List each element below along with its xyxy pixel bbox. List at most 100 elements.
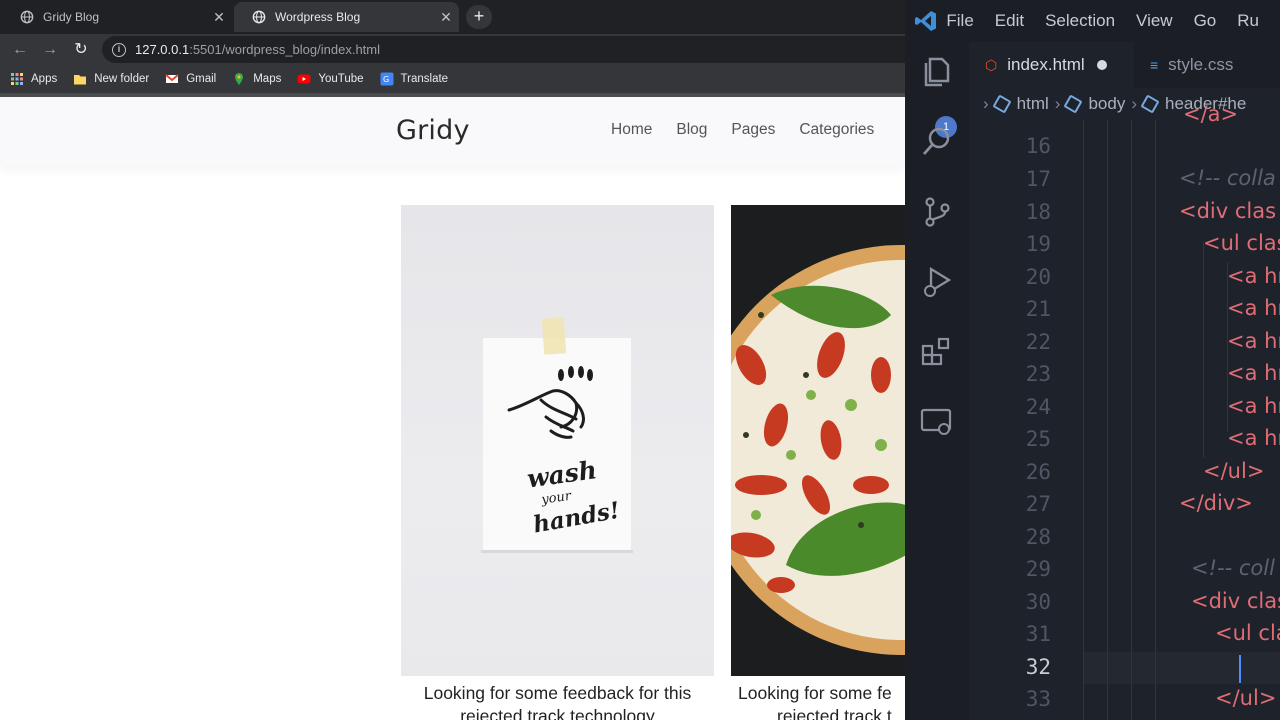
line-number: 29 [1025,557,1051,581]
bookmark-apps[interactable]: Apps [10,72,57,86]
pizza-photo [731,205,905,676]
code-line: <ul clas [1203,231,1280,255]
nav-link-categories[interactable]: Categories [799,121,874,139]
bookmark-label: Translate [400,73,449,85]
code-line: </div> [1179,491,1253,515]
source-control-icon[interactable] [919,194,955,230]
code-line: <div clas [1191,589,1280,613]
line-number: 25 [1025,427,1051,451]
nav-link-blog[interactable]: Blog [676,121,707,139]
bookmark-maps[interactable]: Maps [232,72,281,86]
site-nav: Home Blog Pages Categories [611,121,874,139]
code-line: <a hr [1227,361,1280,385]
tab-title: Gridy Blog [43,10,100,24]
url-host: 127.0.0.1 [135,42,190,57]
html5-icon: ⬡ [985,56,998,73]
code-line: <a hr [1227,329,1280,353]
tab-style-css[interactable]: ≡ style.css [1136,42,1280,88]
menu-edit[interactable]: Edit [995,11,1024,31]
activity-bar: 1 [905,42,969,720]
line-number: 26 [1025,460,1051,484]
unsaved-dot-icon[interactable] [1096,60,1107,70]
browser-tab-gridy-blog[interactable]: Gridy Blog ✕ [2,2,232,32]
editor-tabs: ⬡ index.html ≡ style.css [969,42,1280,88]
indent-guide [1155,120,1156,720]
bookmark-label: Maps [253,73,282,85]
breadcrumb-item[interactable]: html [1017,94,1049,114]
line-number: 17 [1025,167,1051,191]
new-tab-button[interactable]: + [466,5,492,29]
bookmark-label: New folder [94,73,150,85]
code-line: <ul cla [1215,621,1280,645]
translate-icon: G [380,72,394,86]
explorer-icon[interactable] [919,54,955,90]
code-line: <a hr [1227,394,1280,418]
code-line: <div clas [1179,199,1277,223]
bookmark-new-folder[interactable]: New folder [73,72,149,86]
info-icon[interactable]: i [112,42,126,57]
bookmark-label: Gmail [186,73,217,85]
menu-run[interactable]: Ru [1237,11,1259,31]
code-line: </ul> [1215,686,1277,710]
web-page: Gridy Home Blog Pages Categories wash yo… [0,97,905,720]
bookmark-youtube[interactable]: YouTube [297,72,364,86]
line-number-active: 32 [1025,655,1051,679]
menu-file[interactable]: File [946,11,973,31]
menu-view[interactable]: View [1136,11,1173,31]
youtube-icon [297,74,311,84]
close-icon[interactable]: ✕ [433,9,459,26]
line-number: 30 [1025,590,1051,614]
nav-link-home[interactable]: Home [611,121,652,139]
code-editor[interactable]: </a> 16 17 <!-- colla 18 <div clas 19 <u… [969,102,1280,720]
code-line: </ul> [1203,459,1265,483]
browser-tab-wordpress-blog[interactable]: Wordpress Blog ✕ [234,2,459,32]
line-number: 21 [1025,297,1051,321]
globe-icon [252,10,266,24]
indent-guide [1083,120,1084,720]
menu-go[interactable]: Go [1194,11,1217,31]
forward-icon[interactable]: → [39,39,61,61]
apps-grid-icon [11,73,23,85]
line-number: 28 [1025,525,1051,549]
line-number: 18 [1025,200,1051,224]
close-icon[interactable]: ✕ [206,9,232,26]
site-logo[interactable]: Gridy [396,115,470,146]
browser-tab-bar: Gridy Blog ✕ Wordpress Blog ✕ + [0,0,905,34]
bookmark-translate[interactable]: G Translate [380,72,449,86]
back-icon[interactable]: ← [9,39,31,61]
post-title[interactable]: Looking for some fe rejected track t [731,682,905,720]
chevron-right-icon: › [1131,94,1138,113]
post-image-wash-hands[interactable]: wash your hands! [401,205,714,676]
menu-selection[interactable]: Selection [1045,11,1115,31]
run-debug-icon[interactable] [919,264,955,300]
extensions-icon[interactable] [919,334,955,370]
svg-text:G: G [383,75,389,84]
folder-icon [74,75,87,85]
tab-label: style.css [1168,55,1234,74]
browser-toolbar: ← → ↻ i 127.0.0.1:5501/wordpress_blog/in… [0,34,905,65]
element-icon [1063,94,1084,114]
search-icon[interactable] [919,124,955,160]
site-header: Gridy Home Blog Pages Categories [0,97,905,165]
bookmark-gmail[interactable]: Gmail [165,72,216,86]
code-line: <!-- colla [1179,166,1276,190]
reload-icon[interactable]: ↻ [70,39,92,61]
wash-hands-note-illustration: wash your hands! [481,317,633,553]
breadcrumb-item[interactable]: body [1088,94,1125,114]
indent-guide [1203,242,1204,458]
address-bar[interactable]: i 127.0.0.1:5501/wordpress_blog/index.ht… [102,36,905,63]
line-number: 19 [1025,232,1051,256]
remote-explorer-icon[interactable] [919,404,955,440]
bookmarks-bar: Apps New folder Gmail Maps YouTube G Tra… [0,65,905,93]
post-title[interactable]: Looking for some feedback for this rejec… [401,682,714,720]
indent-guide [1107,120,1108,720]
indent-guide [1131,120,1132,720]
nav-link-pages[interactable]: Pages [731,121,775,139]
element-icon [992,94,1012,114]
code-line: <!-- coll [1191,556,1275,580]
post-image-pizza[interactable] [731,205,905,676]
element-icon [1140,94,1160,114]
chevron-right-icon: › [1054,94,1061,113]
tab-index-html[interactable]: ⬡ index.html [969,42,1134,88]
line-number: 31 [1025,622,1051,646]
